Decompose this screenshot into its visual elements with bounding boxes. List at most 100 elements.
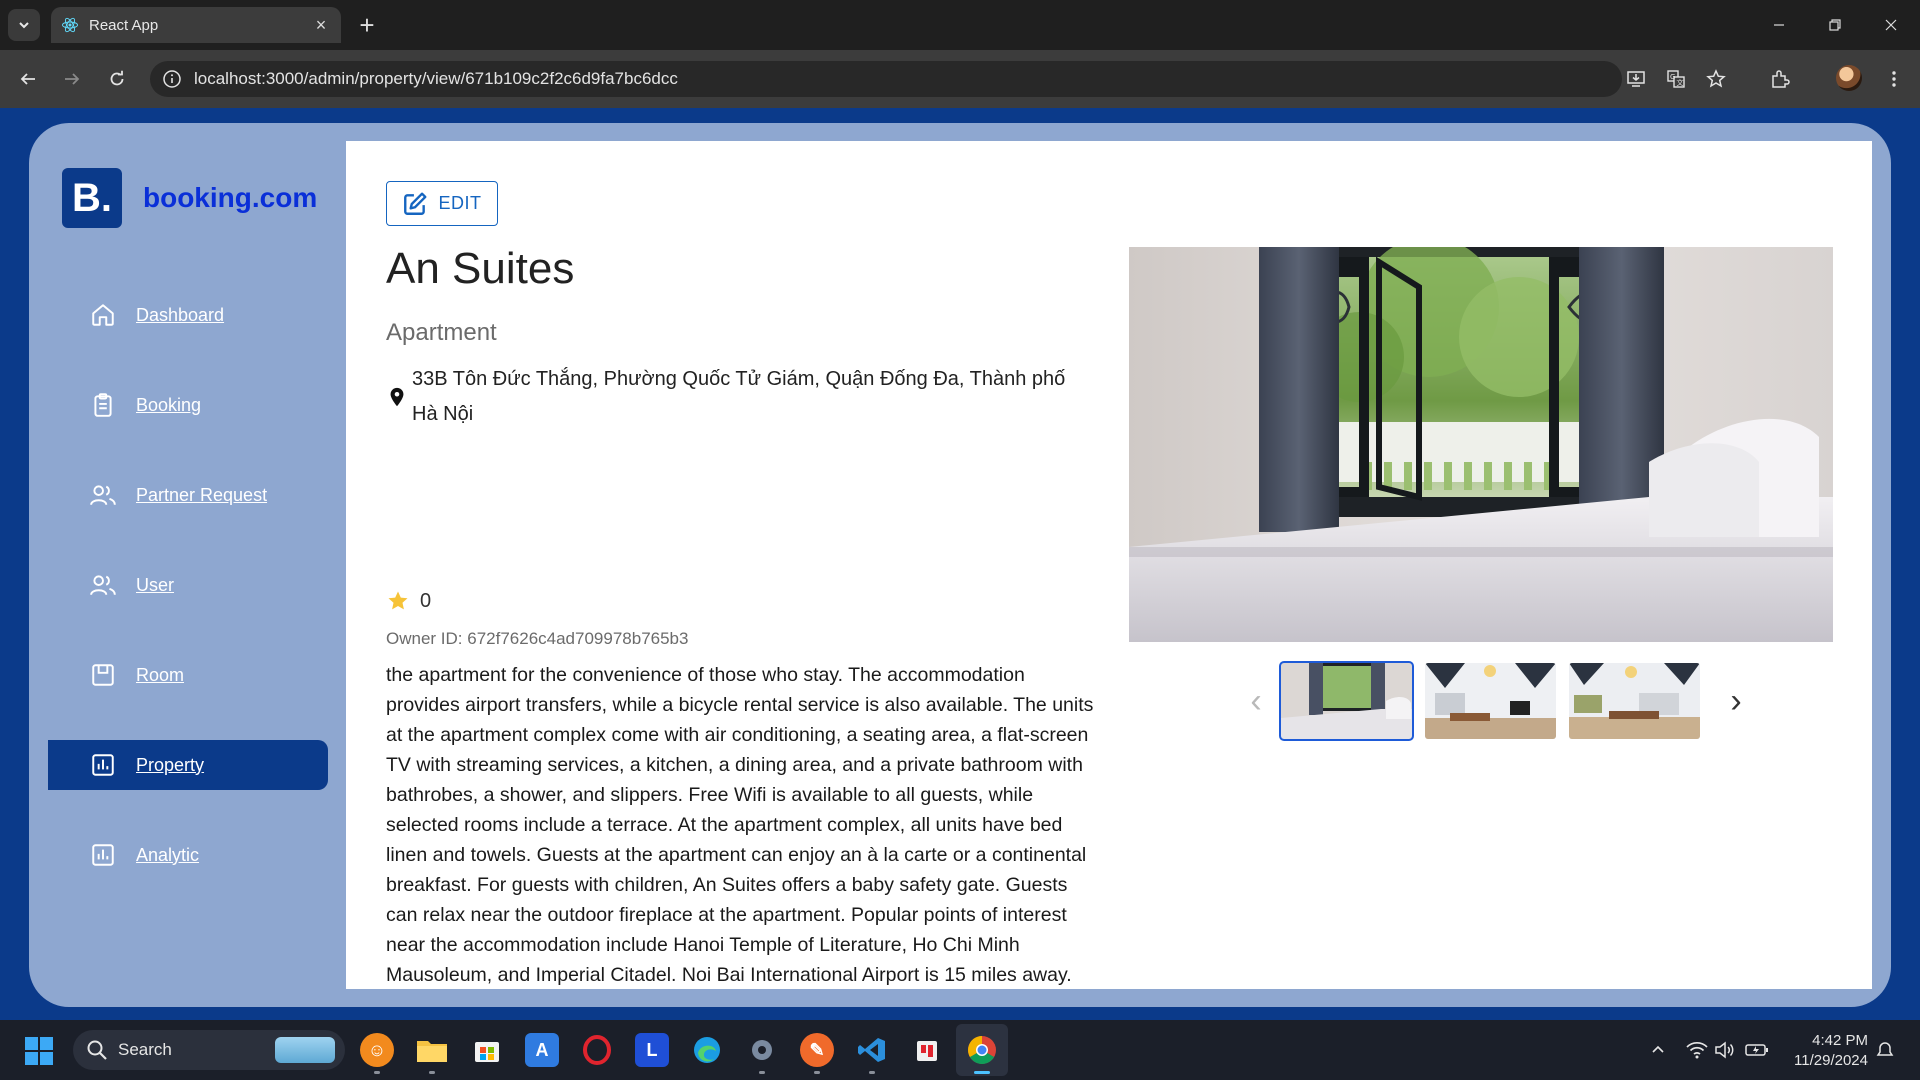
room-icon: [88, 660, 118, 690]
profile-avatar[interactable]: [1836, 65, 1862, 91]
edge-icon[interactable]: [690, 1033, 724, 1067]
chrome-icon[interactable]: [965, 1033, 999, 1067]
translate-icon[interactable]: G文: [1660, 63, 1692, 95]
edit-icon: [402, 191, 428, 217]
svg-text:G: G: [1670, 73, 1675, 81]
battery-icon[interactable]: [1744, 1036, 1770, 1064]
file-explorer-icon[interactable]: [415, 1033, 449, 1067]
users-icon: [88, 480, 118, 510]
chart-icon: [88, 750, 118, 780]
sidebar-item-label: Analytic: [136, 844, 200, 865]
address-bar[interactable]: localhost:3000/admin/property/view/671b1…: [150, 61, 1622, 97]
brand-logo: B.: [62, 168, 122, 228]
sidebar-item-analytic[interactable]: Analytic: [48, 830, 328, 880]
taskbar-app-l-icon[interactable]: L: [635, 1033, 669, 1067]
owner-id: Owner ID: 672f7626c4ad709978b765b3: [386, 629, 689, 648]
chevron-left-icon[interactable]: ‹: [1236, 671, 1276, 731]
sidebar-item-label: Property: [136, 754, 205, 775]
arrow-right-icon: [65, 73, 80, 85]
search-placeholder: Search: [118, 1040, 172, 1059]
settings-gear-icon[interactable]: [745, 1033, 779, 1067]
clock-time: 4:42 PM: [1812, 1032, 1868, 1049]
system-clock[interactable]: 4:42 PM 11/29/2024: [1784, 1031, 1868, 1071]
notification-icon[interactable]: [1872, 1036, 1898, 1064]
thumbnail-carousel: ‹ ›: [1236, 661, 1766, 742]
location-pin-icon: [386, 386, 408, 408]
wifi-icon[interactable]: [1684, 1036, 1710, 1064]
sidebar-item-label: Dashboard: [136, 304, 225, 325]
main-property-image[interactable]: [1129, 247, 1833, 642]
sidebar-nav: Dashboard Booking Partner Request User R…: [48, 290, 328, 920]
clock-date: 11/29/2024: [1794, 1052, 1868, 1069]
close-window-button[interactable]: [1862, 0, 1920, 50]
tab-title: React App: [89, 16, 159, 34]
close-tab-icon[interactable]: ×: [311, 15, 331, 35]
active-indicator: [974, 1071, 990, 1074]
taskbar-app-clipboard-icon[interactable]: [910, 1033, 944, 1067]
sidebar-item-label: Partner Request: [136, 484, 268, 505]
microsoft-store-icon[interactable]: [470, 1033, 504, 1067]
thumbnail-1[interactable]: [1279, 661, 1414, 741]
star-icon: [386, 589, 410, 613]
rating-value: 0: [420, 589, 432, 612]
sidebar-item-label: Room: [136, 664, 185, 685]
thumbnail-2[interactable]: [1425, 663, 1556, 739]
running-indicator: [814, 1071, 820, 1074]
brand[interactable]: B. booking.com: [62, 168, 317, 228]
chevron-right-icon[interactable]: ›: [1716, 671, 1756, 731]
sidebar-item-room[interactable]: Room: [48, 650, 328, 700]
bookmark-star-icon[interactable]: [1700, 63, 1732, 95]
svg-text:文: 文: [1677, 78, 1684, 87]
site-info-icon[interactable]: [162, 69, 182, 89]
tray-chevron-up-icon[interactable]: [1645, 1036, 1671, 1064]
more-menu-icon[interactable]: [1878, 63, 1910, 95]
restore-button[interactable]: [1806, 0, 1864, 50]
sidebar-item-partner-request[interactable]: Partner Request: [48, 470, 328, 520]
forward-button[interactable]: [56, 63, 88, 95]
property-type: Apartment: [386, 319, 497, 346]
edit-button[interactable]: EDIT: [386, 181, 498, 226]
tab-search-button[interactable]: [8, 9, 40, 41]
new-tab-button[interactable]: +: [353, 10, 381, 40]
home-icon: [88, 300, 118, 330]
windows-start-icon[interactable]: [24, 1036, 54, 1066]
taskbar-app-pen-icon[interactable]: ✎: [800, 1033, 834, 1067]
chart-icon: [88, 840, 118, 870]
sidebar-item-dashboard[interactable]: Dashboard: [48, 290, 328, 340]
vscode-icon[interactable]: [855, 1033, 889, 1067]
sidebar-item-booking[interactable]: Booking: [48, 380, 328, 430]
taskbar-app-orange-icon[interactable]: ☺: [360, 1033, 394, 1067]
volume-icon[interactable]: [1712, 1036, 1738, 1064]
sidebar-item-label: User: [136, 574, 175, 595]
property-description: the apartment for the convenience of tho…: [386, 664, 1094, 986]
install-app-icon[interactable]: [1620, 63, 1652, 95]
reload-icon: [110, 70, 124, 86]
running-indicator: [759, 1071, 765, 1074]
users-icon: [88, 570, 118, 600]
sidebar-item-property[interactable]: Property: [48, 740, 328, 790]
reload-button[interactable]: [101, 63, 133, 95]
sidebar-item-user[interactable]: User: [48, 560, 328, 610]
thumbnail-3[interactable]: [1569, 663, 1700, 739]
minimize-button[interactable]: [1750, 0, 1808, 50]
react-icon: [61, 16, 79, 34]
back-button[interactable]: [12, 63, 44, 95]
running-indicator: [869, 1071, 875, 1074]
sidebar-item-label: Booking: [136, 394, 202, 415]
clipboard-icon: [88, 390, 118, 420]
search-highlight-icon: [275, 1037, 335, 1063]
browser-tab[interactable]: React App ×: [51, 7, 341, 43]
taskbar-app-blue-icon[interactable]: A: [525, 1033, 559, 1067]
running-indicator: [429, 1071, 435, 1074]
running-indicator: [374, 1071, 380, 1074]
arrow-left-icon: [20, 73, 35, 85]
property-detail-card: EDIT An Suites Apartment 33B Tôn Đức Thắ…: [346, 141, 1872, 989]
opera-icon[interactable]: [580, 1033, 614, 1067]
property-name: An Suites: [386, 244, 575, 293]
address-text: 33B Tôn Đức Thắng, Phường Quốc Tử Giám, …: [412, 368, 1066, 425]
property-address: 33B Tôn Đức Thắng, Phường Quốc Tử Giám, …: [386, 362, 1086, 432]
extensions-icon[interactable]: [1764, 63, 1796, 95]
taskbar-search[interactable]: Search: [73, 1030, 345, 1070]
chevron-down-icon: [19, 22, 29, 29]
edit-label: EDIT: [438, 193, 482, 213]
